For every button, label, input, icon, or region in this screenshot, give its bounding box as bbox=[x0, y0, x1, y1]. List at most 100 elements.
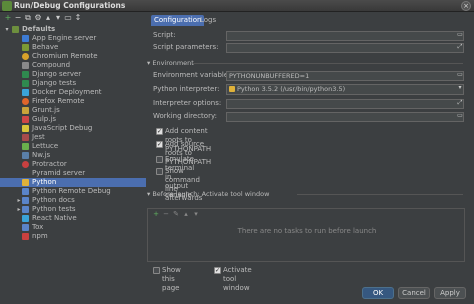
tree-item[interactable]: React Native bbox=[0, 214, 146, 223]
django-icon bbox=[22, 71, 29, 78]
environment-section-title: Environment bbox=[152, 59, 194, 67]
docker-icon bbox=[22, 89, 29, 96]
tree-item[interactable]: Firefox Remote bbox=[0, 97, 146, 106]
working-dir-field[interactable] bbox=[226, 112, 464, 122]
tox-icon bbox=[22, 224, 29, 231]
checkbox-checked-icon[interactable]: ✓ bbox=[156, 128, 163, 135]
sort-icon[interactable]: ↕ bbox=[74, 14, 82, 22]
protractor-icon bbox=[22, 161, 29, 168]
script-label: Script: bbox=[153, 31, 176, 39]
compound-icon bbox=[22, 62, 29, 69]
browse-icon[interactable]: ▭ bbox=[456, 112, 464, 122]
checkbox-unchecked-icon[interactable] bbox=[156, 168, 163, 175]
before-launch-task-list: + − ✎ ▴ ▾ There are no tasks to run befo… bbox=[147, 208, 465, 262]
app-engine-icon bbox=[22, 35, 29, 42]
settings-icon[interactable]: ⚙ bbox=[34, 14, 42, 22]
tree-item[interactable]: Tox bbox=[0, 223, 146, 232]
tree-toolbar: + − ⧉ ⚙ ▴ ▾ ▭ ↕ bbox=[2, 13, 142, 23]
script-field[interactable] bbox=[226, 31, 464, 41]
react-native-icon bbox=[22, 215, 29, 222]
empty-tasks-message: There are no tasks to run before launch bbox=[237, 227, 377, 235]
tree-item[interactable]: Python Remote Debug bbox=[0, 187, 146, 196]
folder-icon[interactable]: ▭ bbox=[64, 14, 72, 22]
environment-section: ▾ Environment bbox=[147, 59, 465, 67]
before-launch-section: ▾ Before launch: Activate tool window bbox=[147, 190, 465, 198]
remove-icon[interactable]: − bbox=[14, 14, 22, 22]
tree-item[interactable]: Behave bbox=[0, 43, 146, 52]
interpreter-value: Python 3.5.2 (/usr/bin/python3.5) bbox=[237, 85, 346, 93]
add-icon[interactable]: + bbox=[152, 210, 160, 219]
section-arrow-icon[interactable]: ▾ bbox=[147, 59, 150, 67]
tab-logs[interactable]: Logs bbox=[197, 15, 219, 26]
chevron-down-icon[interactable]: ▾ bbox=[456, 84, 464, 94]
checkbox-unchecked-icon[interactable] bbox=[153, 267, 160, 274]
behave-icon bbox=[22, 44, 29, 51]
browse-icon[interactable]: ▭ bbox=[456, 71, 464, 81]
title-bar: Run/Debug Configurations × bbox=[0, 0, 474, 12]
apply-button[interactable]: Apply bbox=[434, 287, 466, 299]
interpreter-label: Python interpreter: bbox=[153, 85, 220, 93]
ok-button[interactable]: OK bbox=[362, 287, 394, 299]
tree-item[interactable]: Jest bbox=[0, 133, 146, 142]
tree-item[interactable]: App Engine server bbox=[0, 34, 146, 43]
tree-item[interactable]: Gulp.js bbox=[0, 115, 146, 124]
jest-icon bbox=[22, 134, 29, 141]
interpreter-options-field[interactable] bbox=[226, 99, 464, 109]
checkbox-checked-icon[interactable]: ✓ bbox=[214, 267, 221, 274]
expand-arrow-icon[interactable]: ▾ bbox=[4, 25, 10, 34]
tree-item[interactable]: Compound bbox=[0, 61, 146, 70]
browse-icon[interactable]: ▭ bbox=[456, 31, 464, 41]
app-icon bbox=[2, 1, 12, 11]
tree-item[interactable]: Docker Deployment bbox=[0, 88, 146, 97]
defaults-icon bbox=[12, 26, 19, 33]
expand-icon[interactable]: ⤢ bbox=[456, 43, 464, 53]
tree-item[interactable]: Grunt.js bbox=[0, 106, 146, 115]
tree-item[interactable]: Django server bbox=[0, 70, 146, 79]
add-icon[interactable]: + bbox=[4, 14, 12, 22]
section-divider bbox=[193, 63, 463, 64]
window-title: Run/Debug Configurations bbox=[14, 1, 126, 10]
move-up-icon[interactable]: ▴ bbox=[44, 14, 52, 22]
grunt-icon bbox=[22, 107, 29, 114]
tree-item-python-selected[interactable]: Python bbox=[0, 178, 146, 187]
checkbox-checked-icon[interactable]: ✓ bbox=[156, 141, 163, 148]
script-parameters-field[interactable] bbox=[226, 43, 464, 53]
firefox-icon bbox=[22, 98, 29, 105]
tree-item[interactable]: Lettuce bbox=[0, 142, 146, 151]
interpreter-options-label: Interpreter options: bbox=[153, 99, 222, 107]
tree-item[interactable]: npm bbox=[0, 232, 146, 241]
python-tests-icon bbox=[22, 206, 29, 213]
tree-item[interactable]: JavaScript Debug bbox=[0, 124, 146, 133]
section-arrow-icon[interactable]: ▾ bbox=[147, 190, 150, 198]
move-up-icon[interactable]: ▴ bbox=[182, 210, 190, 219]
python-remote-debug-icon bbox=[22, 188, 29, 195]
django-tests-icon bbox=[22, 80, 29, 87]
python-icon bbox=[229, 86, 235, 92]
before-launch-title: Before launch: Activate tool window bbox=[152, 190, 270, 198]
checkbox-unchecked-icon[interactable] bbox=[156, 156, 163, 163]
close-button[interactable]: × bbox=[461, 1, 471, 11]
edit-icon[interactable]: ✎ bbox=[172, 210, 180, 219]
tree-item[interactable]: ▸ Python tests bbox=[0, 205, 146, 214]
move-down-icon[interactable]: ▾ bbox=[54, 14, 62, 22]
expand-icon[interactable]: ⤢ bbox=[456, 99, 464, 109]
env-vars-field[interactable]: PYTHONUNBUFFERED=1 bbox=[226, 71, 464, 81]
tree-item[interactable]: ▸ Python docs bbox=[0, 196, 146, 205]
tree-item[interactable]: Django tests bbox=[0, 79, 146, 88]
tree-item[interactable]: Chromium Remote bbox=[0, 52, 146, 61]
cancel-button[interactable]: Cancel bbox=[398, 287, 430, 299]
python-icon bbox=[22, 179, 29, 186]
move-down-icon[interactable]: ▾ bbox=[192, 210, 200, 219]
script-parameters-label: Script parameters: bbox=[153, 43, 219, 51]
tree-item[interactable]: Pyramid server bbox=[0, 169, 146, 178]
interpreter-dropdown[interactable]: Python 3.5.2 (/usr/bin/python3.5) bbox=[226, 84, 464, 95]
copy-icon[interactable]: ⧉ bbox=[24, 14, 32, 22]
tree-item[interactable]: Nw.js bbox=[0, 151, 146, 160]
tree-item-defaults[interactable]: ▾ Defaults bbox=[0, 25, 146, 34]
lettuce-icon bbox=[22, 143, 29, 150]
working-dir-label: Working directory: bbox=[153, 112, 217, 120]
nwjs-icon bbox=[22, 152, 29, 159]
tree-item[interactable]: Protractor bbox=[0, 160, 146, 169]
python-docs-icon bbox=[22, 197, 29, 204]
remove-icon[interactable]: − bbox=[162, 210, 170, 219]
